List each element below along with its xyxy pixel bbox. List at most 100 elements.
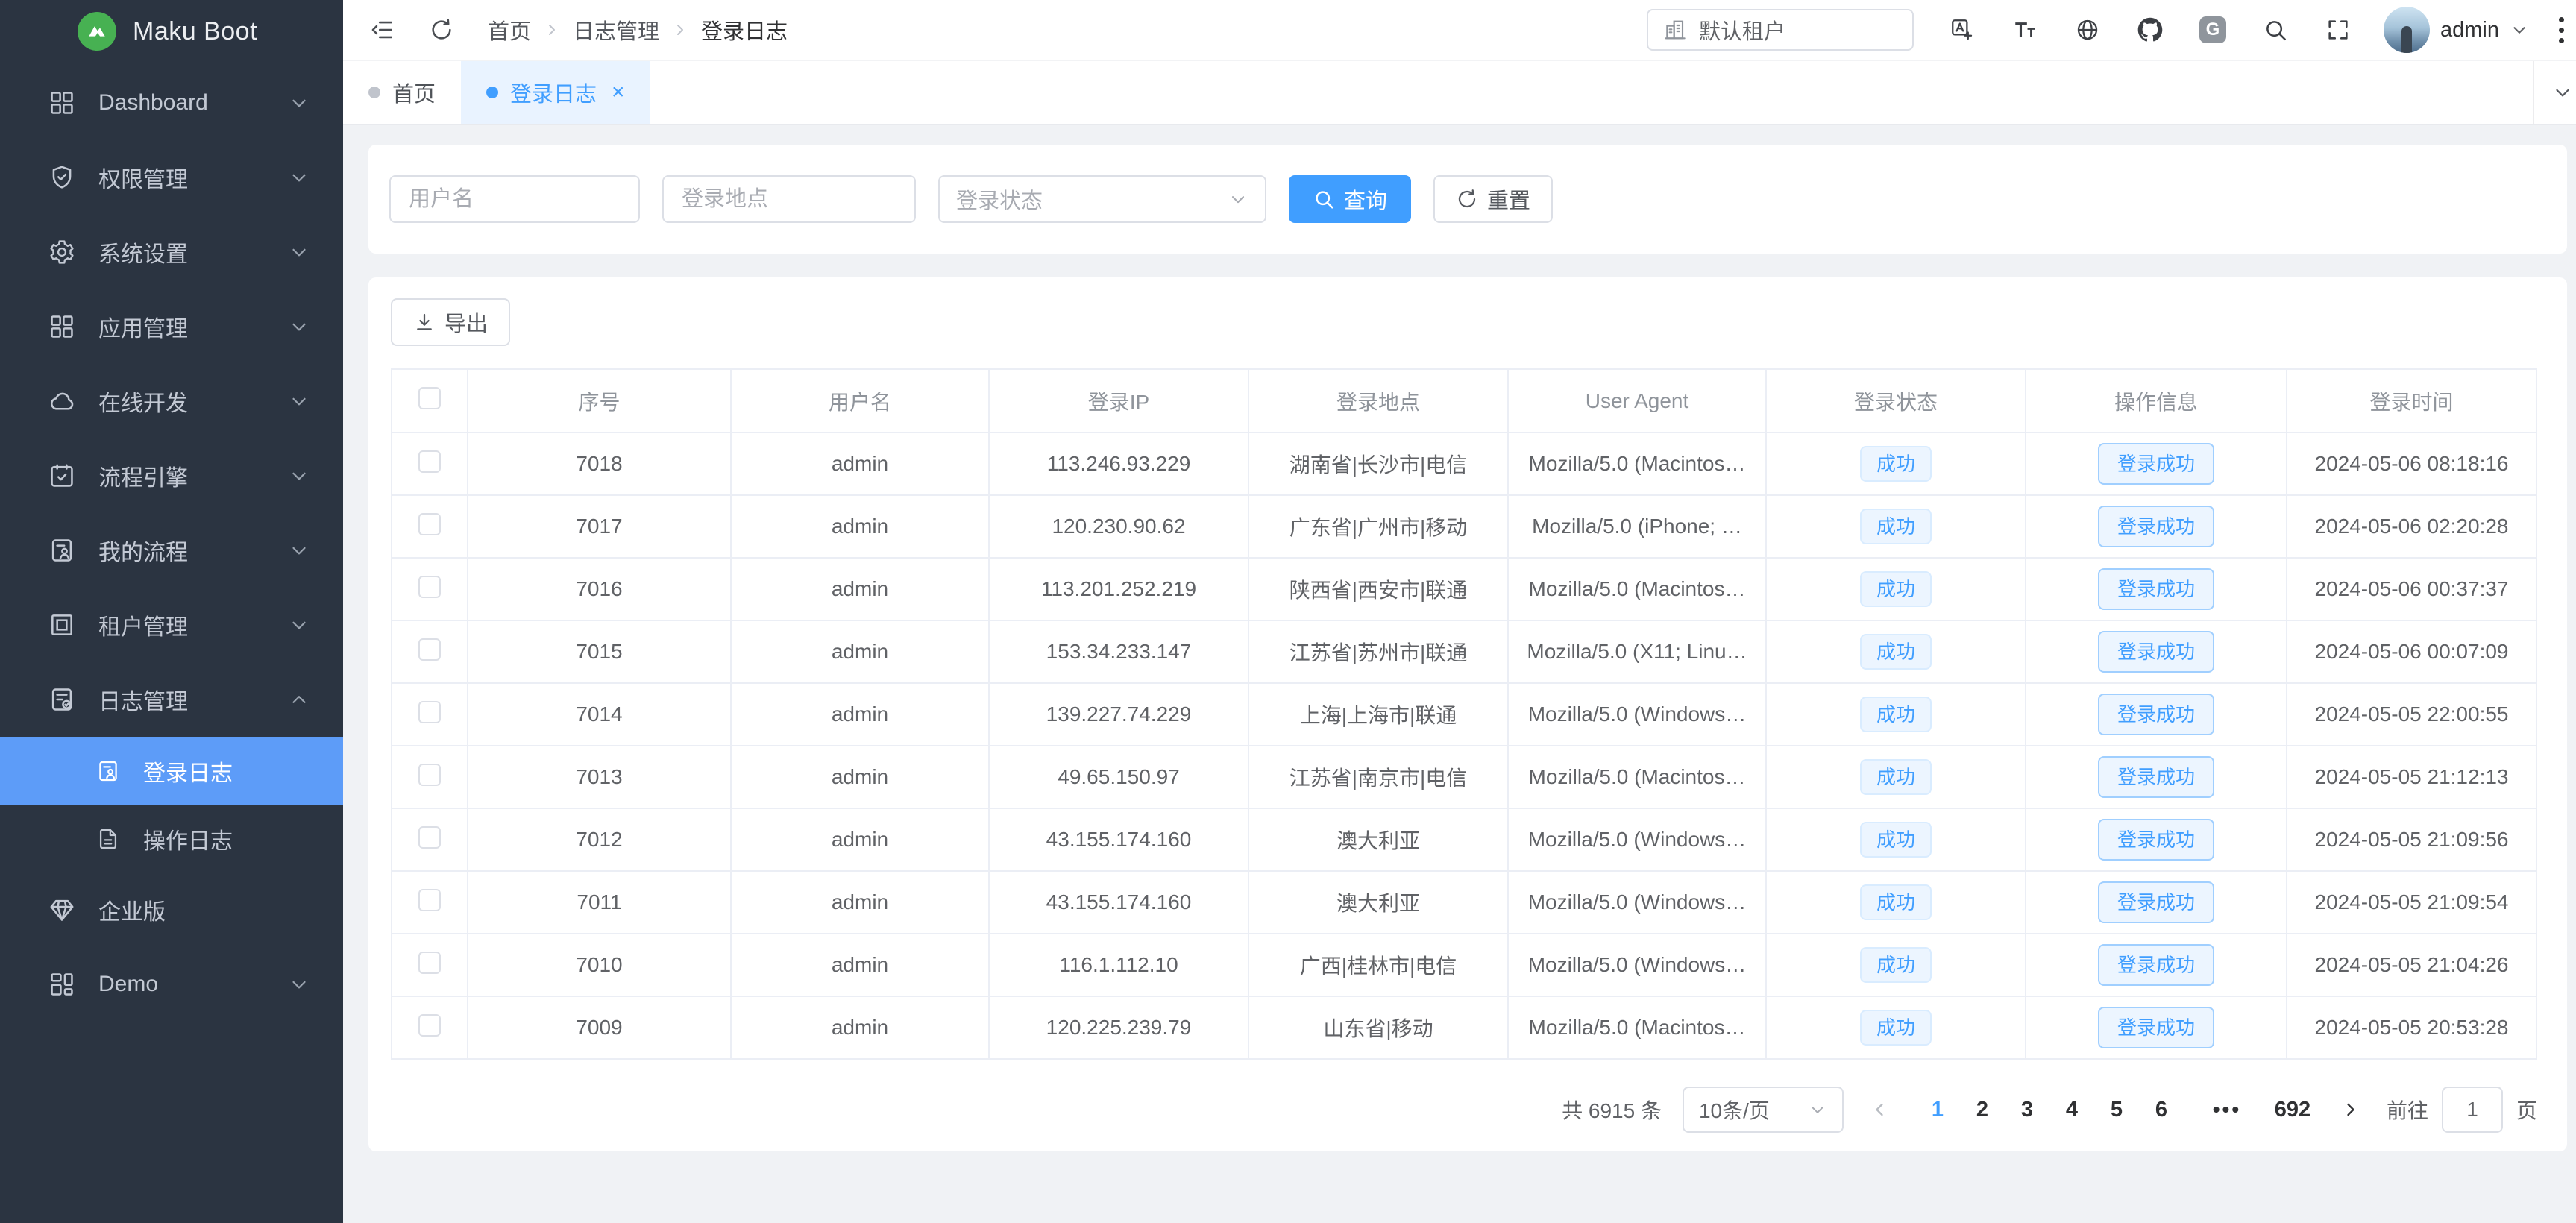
operation-info-badge[interactable]: 登录成功 xyxy=(2098,443,2214,485)
select-all-checkbox[interactable] xyxy=(418,387,441,409)
table-row[interactable]: 7018 admin 113.246.93.229 湖南省|长沙市|电信 Moz… xyxy=(392,433,2536,495)
export-button[interactable]: 导出 xyxy=(391,298,510,346)
row-checkbox[interactable] xyxy=(418,701,441,723)
sidebar-item-log-management[interactable]: 日志管理 xyxy=(0,662,343,737)
username-input[interactable] xyxy=(389,175,640,223)
apps-grid-icon xyxy=(48,312,76,341)
gitee-icon[interactable]: G xyxy=(2199,16,2227,44)
sidebar-collapse-icon[interactable] xyxy=(365,13,398,46)
table-row[interactable]: 7009 admin 120.225.239.79 山东省|移动 Mozilla… xyxy=(392,996,2536,1059)
page-number-button[interactable]: 6 xyxy=(2139,1098,2184,1122)
sidebar-item-dashboard[interactable]: Dashboard xyxy=(0,66,343,140)
sidebar-item-demo[interactable]: Demo xyxy=(0,947,343,1022)
row-checkbox[interactable] xyxy=(418,450,441,473)
column-header-login-status: 登录状态 xyxy=(1766,370,2026,433)
row-checkbox[interactable] xyxy=(418,638,441,661)
page-number-button[interactable]: 5 xyxy=(2094,1098,2139,1122)
tab-label: 登录日志 xyxy=(510,77,597,108)
sidebar-item-tenant-management[interactable]: 租户管理 xyxy=(0,588,343,662)
chevron-down-icon xyxy=(288,973,310,996)
goto-label: 前往 xyxy=(2387,1095,2428,1125)
sidebar-item-app-management[interactable]: 应用管理 xyxy=(0,289,343,364)
operation-info-badge[interactable]: 登录成功 xyxy=(2098,631,2214,673)
row-checkbox[interactable] xyxy=(418,764,441,786)
next-page-icon[interactable] xyxy=(2336,1099,2366,1120)
operation-info-badge[interactable]: 登录成功 xyxy=(2098,944,2214,986)
user-menu[interactable]: admin xyxy=(2384,7,2529,53)
table-row[interactable]: 7017 admin 120.230.90.62 广东省|广州市|移动 Mozi… xyxy=(392,495,2536,558)
cell-login-location: 山东省|移动 xyxy=(1248,996,1508,1059)
operation-info-badge[interactable]: 登录成功 xyxy=(2098,568,2214,610)
query-button[interactable]: 查询 xyxy=(1289,175,1411,223)
font-size-icon[interactable] xyxy=(2011,16,2039,44)
goto-page-input[interactable] xyxy=(2442,1087,2503,1133)
tab-login-log[interactable]: 登录日志 × xyxy=(461,61,650,124)
tab-dot-icon xyxy=(368,87,380,98)
sidebar-item-system-settings[interactable]: 系统设置 xyxy=(0,215,343,289)
app-logo[interactable]: Maku Boot xyxy=(0,0,343,63)
login-location-input[interactable] xyxy=(662,175,916,223)
row-checkbox[interactable] xyxy=(418,1014,441,1037)
sidebar-item-operation-log[interactable]: 操作日志 xyxy=(0,805,343,873)
table-row[interactable]: 7014 admin 139.227.74.229 上海|上海市|联通 Mozi… xyxy=(392,683,2536,746)
row-checkbox[interactable] xyxy=(418,952,441,974)
row-checkbox[interactable] xyxy=(418,576,441,598)
row-checkbox[interactable] xyxy=(418,826,441,849)
last-page-button[interactable]: 692 xyxy=(2270,1098,2315,1122)
cell-login-ip: 49.65.150.97 xyxy=(989,746,1248,808)
close-icon[interactable]: × xyxy=(612,80,625,105)
table-row[interactable]: 7012 admin 43.155.174.160 澳大利亚 Mozilla/5… xyxy=(392,808,2536,871)
sidebar-item-workflow-engine[interactable]: 流程引擎 xyxy=(0,438,343,513)
breadcrumb-log-management[interactable]: 日志管理 xyxy=(573,14,659,45)
more-options-icon[interactable] xyxy=(2559,17,2564,43)
table-row[interactable]: 7010 admin 116.1.112.10 广西|桂林市|电信 Mozill… xyxy=(392,934,2536,996)
tab-home[interactable]: 首页 xyxy=(343,61,461,124)
operation-info-badge[interactable]: 登录成功 xyxy=(2098,881,2214,923)
refresh-icon[interactable] xyxy=(425,13,458,46)
sidebar-item-online-dev[interactable]: 在线开发 xyxy=(0,364,343,438)
row-checkbox[interactable] xyxy=(418,513,441,535)
cell-login-location: 广东省|广州市|移动 xyxy=(1248,495,1508,558)
sidebar-item-permissions[interactable]: 权限管理 xyxy=(0,140,343,215)
tabs-dropdown-icon[interactable] xyxy=(2533,61,2576,124)
page-number-button[interactable]: 1 xyxy=(1915,1098,1960,1122)
goto-unit: 页 xyxy=(2516,1095,2537,1125)
table-row[interactable]: 7016 admin 113.201.252.219 陕西省|西安市|联通 Mo… xyxy=(392,558,2536,620)
app-root: Maku Boot Dashboard 权限管理 系统设置 应用管理 xyxy=(0,0,2576,1223)
table-row[interactable]: 7011 admin 43.155.174.160 澳大利亚 Mozilla/5… xyxy=(392,871,2536,934)
cell-seq: 7017 xyxy=(468,495,731,558)
prev-page-icon[interactable] xyxy=(1865,1099,1894,1120)
page-number-button[interactable]: 4 xyxy=(2049,1098,2094,1122)
reset-button[interactable]: 重置 xyxy=(1433,175,1553,223)
document-user-icon xyxy=(95,758,121,784)
row-checkbox[interactable] xyxy=(418,889,441,911)
sidebar-item-enterprise[interactable]: 企业版 xyxy=(0,873,343,947)
operation-info-badge[interactable]: 登录成功 xyxy=(2098,819,2214,861)
table-row[interactable]: 7013 admin 49.65.150.97 江苏省|南京市|电信 Mozil… xyxy=(392,746,2536,808)
operation-info-badge[interactable]: 登录成功 xyxy=(2098,694,2214,735)
translate-icon[interactable] xyxy=(1948,16,1976,44)
table-row[interactable]: 7015 admin 153.34.233.147 江苏省|苏州市|联通 Moz… xyxy=(392,620,2536,683)
search-icon[interactable] xyxy=(2261,16,2290,44)
page-size-select[interactable]: 10条/页 xyxy=(1683,1087,1844,1133)
shield-check-icon xyxy=(48,163,76,192)
tenant-select[interactable]: 默认租户 xyxy=(1647,9,1914,51)
more-pages-icon[interactable]: ••• xyxy=(2205,1098,2249,1122)
cell-user-agent: Mozilla/5.0 (Windows… xyxy=(1508,808,1766,871)
page-number-button[interactable]: 2 xyxy=(1960,1098,2005,1122)
fullscreen-icon[interactable] xyxy=(2324,16,2352,44)
sidebar-item-login-log[interactable]: 登录日志 xyxy=(0,737,343,805)
page-number-button[interactable]: 3 xyxy=(2005,1098,2049,1122)
operation-info-badge[interactable]: 登录成功 xyxy=(2098,1007,2214,1048)
download-icon xyxy=(413,311,436,333)
breadcrumb-home[interactable]: 首页 xyxy=(488,14,531,45)
cell-login-ip: 120.225.239.79 xyxy=(989,996,1248,1059)
operation-info-badge[interactable]: 登录成功 xyxy=(2098,506,2214,547)
sidebar-item-my-flows[interactable]: 我的流程 xyxy=(0,513,343,588)
operation-info-badge[interactable]: 登录成功 xyxy=(2098,756,2214,798)
login-status-select[interactable]: 登录状态 xyxy=(938,175,1266,223)
github-icon[interactable] xyxy=(2136,16,2164,44)
status-badge: 成功 xyxy=(1860,1010,1932,1046)
cell-login-location: 陕西省|西安市|联通 xyxy=(1248,558,1508,620)
globe-icon[interactable] xyxy=(2073,16,2102,44)
